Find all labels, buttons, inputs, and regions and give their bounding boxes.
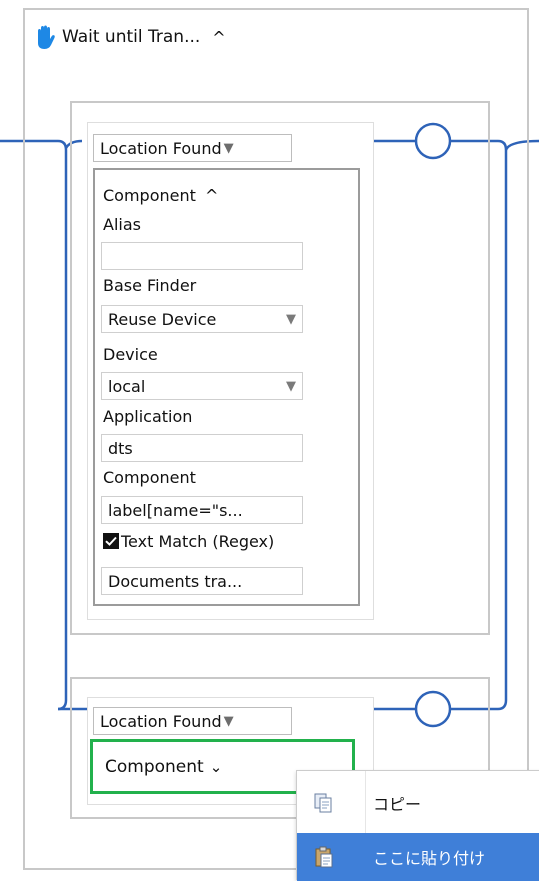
menu-item-copy[interactable]: コピー — [297, 779, 539, 827]
component-collapse-caret-icon[interactable]: ^ — [205, 186, 218, 205]
dropdown-label: Location Found — [100, 138, 222, 158]
device-label: Device — [103, 345, 158, 364]
component-header-label-2: Component — [105, 756, 204, 777]
hand-icon — [38, 25, 55, 49]
collapse-caret-icon[interactable]: ^ — [212, 28, 225, 47]
device-value: local — [108, 376, 146, 396]
base-finder-value: Reuse Device — [108, 309, 217, 329]
alias-input[interactable] — [101, 242, 303, 270]
paste-icon — [315, 846, 333, 868]
text-match-label: Text Match (Regex) — [121, 531, 275, 551]
alias-label: Alias — [103, 215, 141, 234]
dropdown-arrow-icon: ▼ — [223, 140, 234, 156]
location-found-dropdown-2[interactable]: Location Found ▼ — [93, 707, 292, 735]
component-header-label: Component — [103, 186, 196, 205]
dropdown-label-2: Location Found — [100, 711, 222, 731]
text-match-row[interactable]: Text Match (Regex) — [103, 529, 274, 553]
device-arrow-icon: ▼ — [286, 378, 296, 394]
step-title-row[interactable]: Wait until Tran... ^ — [32, 22, 226, 52]
base-finder-select[interactable]: Reuse Device ▼ — [101, 305, 303, 333]
menu-item-copy-label: コピー — [373, 795, 422, 814]
base-finder-label: Base Finder — [103, 276, 197, 295]
location-found-dropdown-1[interactable]: Location Found ▼ — [93, 134, 292, 162]
application-label: Application — [103, 407, 193, 426]
copy-icon — [314, 793, 332, 813]
application-input[interactable]: dts — [101, 434, 303, 462]
component-header[interactable]: Component ^ — [103, 185, 218, 207]
component-selector-input[interactable]: label[name="s... — [101, 496, 303, 524]
step-title: Wait until Tran... — [62, 27, 201, 47]
dropdown-arrow-icon-2: ▼ — [223, 713, 234, 729]
device-select[interactable]: local ▼ — [101, 372, 303, 400]
context-menu: コピー ここに貼り付け — [296, 770, 539, 881]
menu-item-paste-label: ここに貼り付け — [373, 849, 486, 868]
text-match-checkbox[interactable] — [103, 533, 119, 549]
base-finder-arrow-icon: ▼ — [286, 311, 296, 327]
menu-item-paste[interactable]: ここに貼り付け — [297, 833, 539, 881]
component-label: Component — [103, 468, 196, 487]
text-value-input[interactable]: Documents tra... — [101, 567, 303, 595]
expand-chevron-icon[interactable]: ⌄ — [210, 758, 223, 776]
